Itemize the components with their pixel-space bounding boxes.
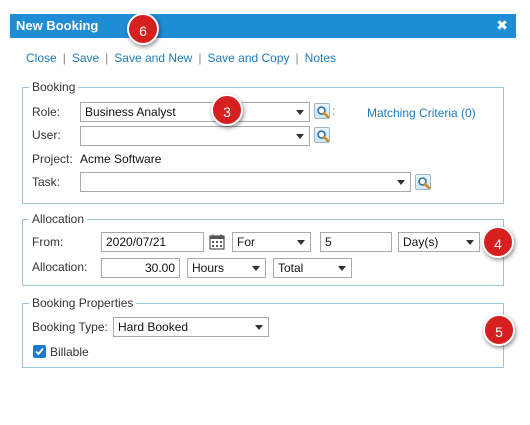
role-label: Role: bbox=[32, 105, 61, 119]
role-search-icon[interactable] bbox=[314, 103, 330, 119]
toolbar-separator: | bbox=[295, 51, 299, 65]
task-search-icon[interactable] bbox=[415, 174, 431, 190]
booking-type-select[interactable]: Hard Booked bbox=[113, 317, 269, 337]
chevron-down-icon bbox=[397, 180, 405, 185]
matching-criteria-link[interactable]: Matching Criteria (0) bbox=[367, 106, 476, 120]
step-marker-4: 4 bbox=[482, 226, 514, 258]
checkmark-icon bbox=[35, 347, 44, 356]
project-value: Acme Software bbox=[80, 152, 162, 166]
user-label: User: bbox=[32, 128, 61, 142]
user-search-icon[interactable] bbox=[314, 127, 330, 143]
notes-link[interactable]: Notes bbox=[305, 51, 336, 65]
dialog-title: New Booking bbox=[16, 18, 99, 33]
duration-unit-select[interactable]: Day(s) bbox=[398, 232, 480, 252]
task-label: Task: bbox=[32, 175, 61, 189]
allocation-scope-value: Total bbox=[278, 261, 304, 275]
allocation-unit-value: Hours bbox=[192, 261, 225, 275]
calendar-icon[interactable] bbox=[208, 233, 226, 251]
project-label: Project: bbox=[32, 152, 73, 166]
toolbar-separator: | bbox=[62, 51, 66, 65]
for-select-value: For bbox=[237, 235, 255, 249]
close-link[interactable]: Close bbox=[26, 51, 57, 65]
allocation-label: Allocation: bbox=[32, 260, 88, 274]
user-select[interactable] bbox=[80, 126, 310, 146]
role-select[interactable]: Business Analyst bbox=[80, 102, 310, 122]
billable-label[interactable]: Billable bbox=[50, 345, 89, 359]
chevron-down-icon bbox=[338, 266, 346, 271]
task-select[interactable] bbox=[80, 172, 411, 192]
role-colon: : bbox=[332, 104, 336, 118]
billable-checkbox[interactable] bbox=[33, 345, 46, 358]
role-select-value: Business Analyst bbox=[85, 105, 176, 119]
duration-count-input[interactable]: 5 bbox=[320, 232, 392, 252]
chevron-down-icon bbox=[252, 266, 260, 271]
chevron-down-icon bbox=[466, 240, 474, 245]
chevron-down-icon bbox=[255, 325, 263, 330]
booking-properties-legend: Booking Properties bbox=[32, 296, 134, 310]
booking-legend: Booking bbox=[32, 80, 76, 94]
chevron-down-icon bbox=[297, 240, 305, 245]
toolbar-separator: | bbox=[198, 51, 202, 65]
dialog-titlebar: New Booking ✖ bbox=[10, 14, 516, 38]
duration-unit-value: Day(s) bbox=[403, 235, 439, 249]
save-and-new-link[interactable]: Save and New bbox=[114, 51, 192, 65]
for-select[interactable]: For bbox=[232, 232, 311, 252]
from-label: From: bbox=[32, 235, 64, 249]
booking-type-value: Hard Booked bbox=[118, 320, 189, 334]
chevron-down-icon bbox=[296, 110, 304, 115]
booking-type-label: Booking Type: bbox=[32, 320, 108, 334]
toolbar-separator: | bbox=[105, 51, 109, 65]
allocation-scope-select[interactable]: Total bbox=[273, 258, 352, 278]
action-toolbar: Close | Save | Save and New | Save and Copy | No… bbox=[26, 51, 336, 65]
allocation-unit-select[interactable]: Hours bbox=[187, 258, 266, 278]
step-marker-3: 3 bbox=[211, 94, 243, 126]
save-and-copy-link[interactable]: Save and Copy bbox=[207, 51, 289, 65]
close-icon[interactable]: ✖ bbox=[496, 17, 508, 34]
save-link[interactable]: Save bbox=[72, 51, 99, 65]
chevron-down-icon bbox=[296, 134, 304, 139]
step-marker-5: 5 bbox=[483, 314, 515, 346]
allocation-amount-input[interactable]: 30.00 bbox=[101, 258, 180, 278]
step-marker-6: 6 bbox=[127, 13, 159, 45]
allocation-legend: Allocation bbox=[32, 212, 85, 226]
from-date-input[interactable]: 2020/07/21 bbox=[101, 232, 204, 252]
